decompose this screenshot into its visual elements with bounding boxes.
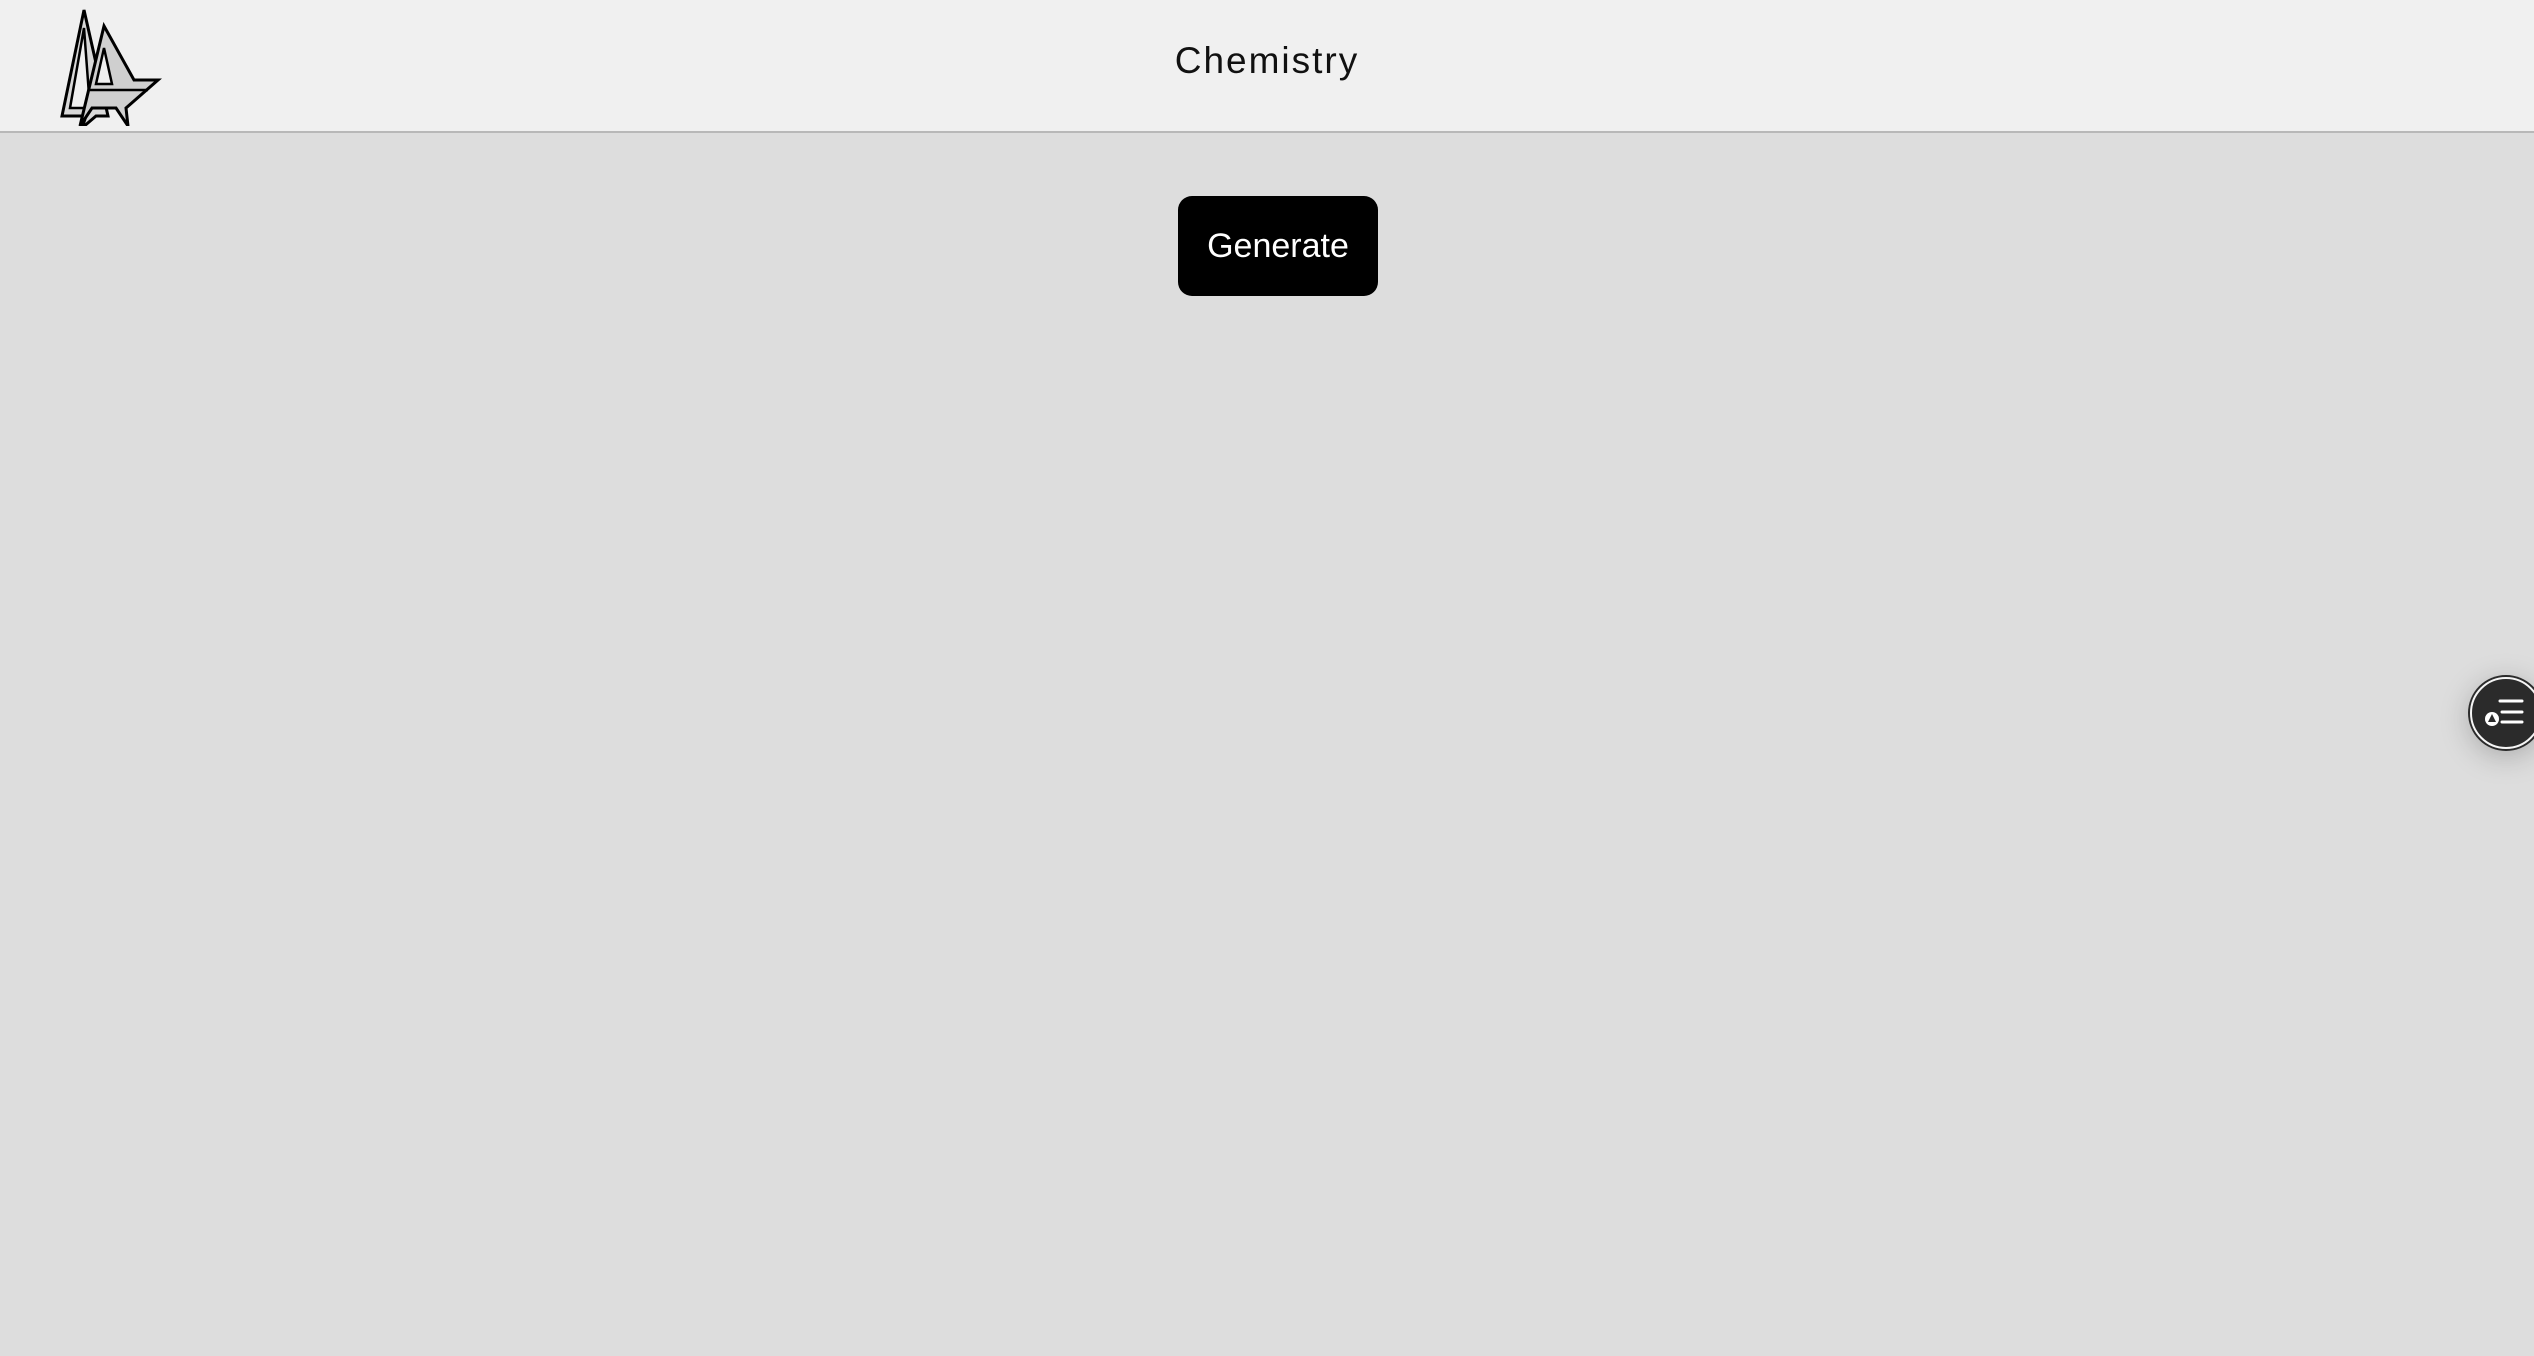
top-header: Chemistry — [0, 0, 2534, 133]
generate-button[interactable]: Generate — [1178, 196, 1378, 296]
floating-list-toggle-button[interactable] — [2470, 677, 2534, 749]
list-toggle-icon — [2485, 699, 2524, 726]
app-page: Chemistry Generate — [0, 0, 2534, 1356]
page-title: Chemistry — [1174, 40, 1360, 81]
